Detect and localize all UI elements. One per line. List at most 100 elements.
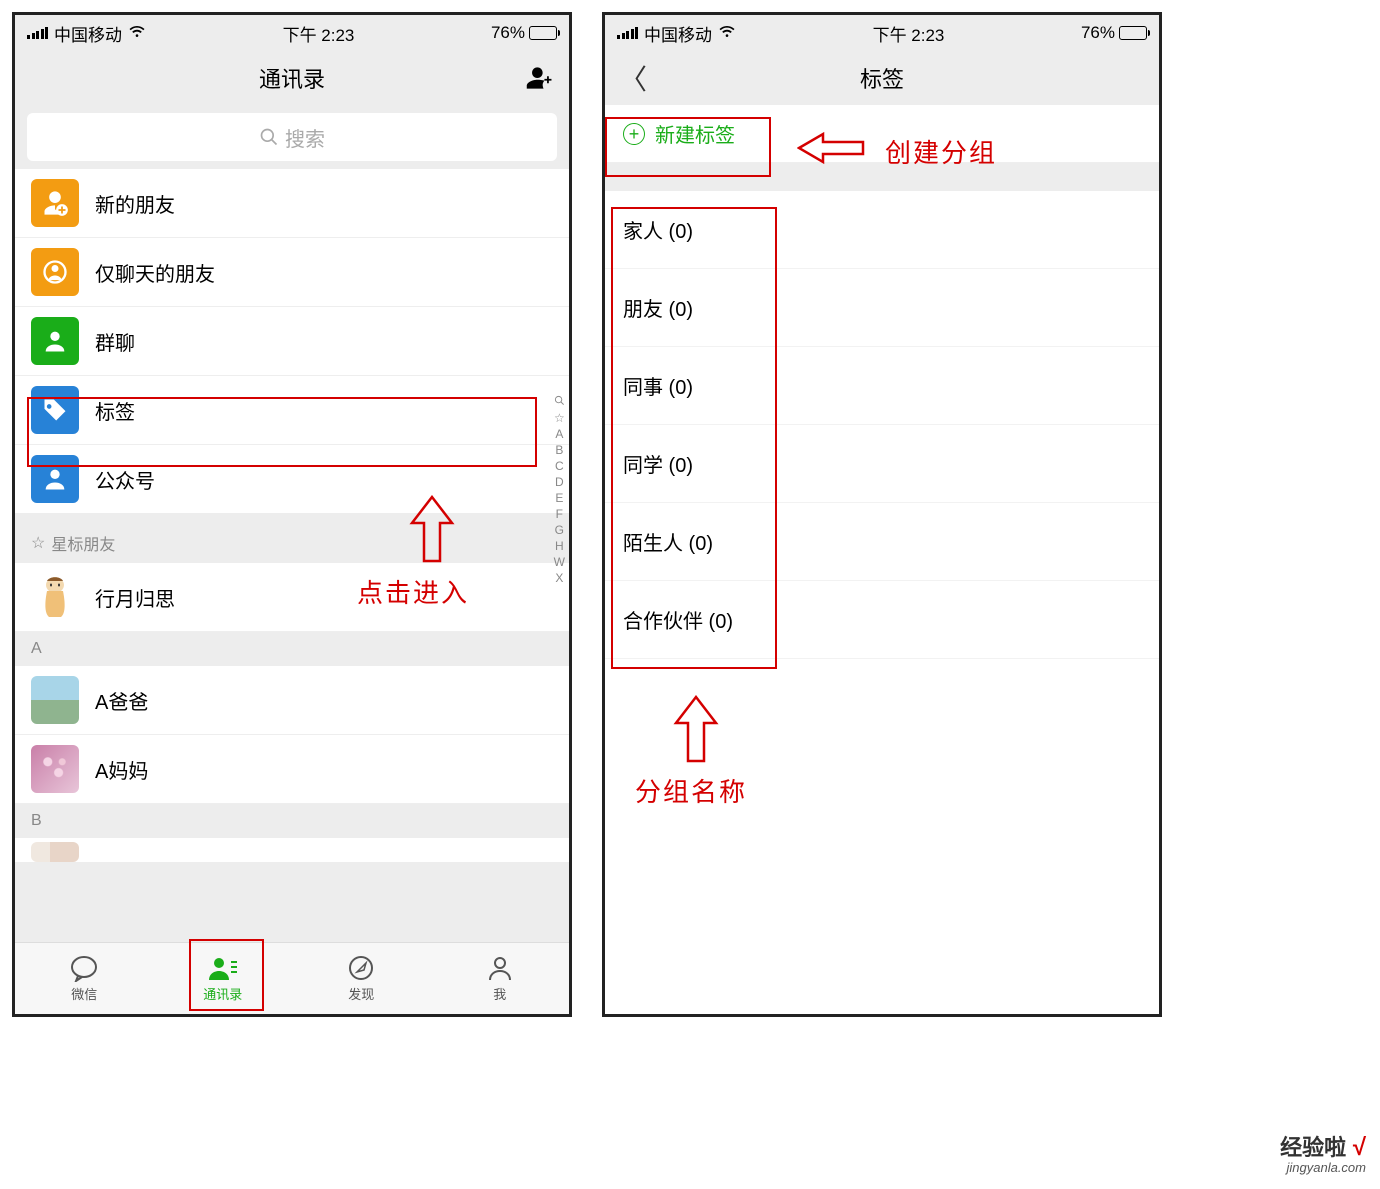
tab-wechat[interactable]: 微信 [15, 943, 154, 1014]
status-bar: 中国移动 下午 2:23 76% [605, 15, 1159, 51]
check-icon: √ [1346, 1134, 1366, 1161]
contacts-icon [207, 954, 239, 982]
contact-name: A爸爸 [95, 686, 148, 715]
nav-bar: 〈 标签 [605, 51, 1159, 105]
back-button[interactable]: 〈 [619, 58, 647, 98]
index-letter[interactable]: W [554, 555, 565, 569]
tag-name: 同事 (0) [623, 377, 693, 399]
tab-discover[interactable]: 发现 [292, 943, 431, 1014]
chat-only-icon [31, 248, 79, 296]
watermark-url: jingyanla.com [1280, 1160, 1366, 1175]
tab-label: 通讯录 [203, 984, 242, 1003]
section-b: B [15, 804, 569, 838]
new-friends-icon [31, 179, 79, 227]
search-icon [259, 127, 279, 147]
section-a: A [15, 632, 569, 666]
star-icon: ☆ [31, 533, 45, 553]
plus-icon: + [623, 123, 645, 145]
official-icon [31, 455, 79, 503]
index-letter[interactable]: ☆ [554, 411, 565, 425]
contact-row[interactable]: 行月归思 [15, 563, 569, 632]
index-letter[interactable]: C [555, 459, 564, 473]
tag-row[interactable]: 陌生人 (0) [605, 503, 1159, 581]
avatar [31, 842, 79, 862]
index-letter[interactable]: E [555, 491, 563, 505]
menu-label: 公众号 [95, 465, 155, 494]
me-icon [484, 954, 516, 982]
signal-icon [617, 27, 638, 39]
menu-chat-only-friends[interactable]: 仅聊天的朋友 [15, 238, 569, 307]
tag-row[interactable]: 同学 (0) [605, 425, 1159, 503]
search-input[interactable]: 搜索 [27, 113, 557, 161]
tag-row[interactable]: 朋友 (0) [605, 269, 1159, 347]
tag-name: 同学 (0) [623, 455, 693, 477]
contact-row[interactable]: A爸爸 [15, 666, 569, 735]
tag-row[interactable]: 家人 (0) [605, 191, 1159, 269]
status-bar: 中国移动 下午 2:23 76% [15, 15, 569, 51]
contact-name: A妈妈 [95, 755, 148, 784]
avatar [31, 745, 79, 793]
contact-row[interactable] [15, 838, 569, 862]
index-letter[interactable]: B [555, 443, 563, 457]
menu-label: 仅聊天的朋友 [95, 258, 215, 287]
index-bar[interactable]: ☆ A B C D E F G H W X [554, 395, 565, 585]
avatar [31, 676, 79, 724]
index-letter[interactable]: H [555, 539, 564, 553]
battery-icon [529, 26, 557, 40]
wifi-icon [718, 23, 736, 43]
chat-icon [68, 954, 100, 982]
battery-pct: 76% [1081, 23, 1115, 43]
battery-icon [1119, 26, 1147, 40]
index-letter[interactable]: X [555, 571, 563, 585]
tag-name: 朋友 (0) [623, 299, 693, 321]
menu-label: 群聊 [95, 327, 135, 356]
contact-name: 行月归思 [95, 583, 175, 612]
time-label: 下午 2:23 [283, 21, 355, 46]
nav-bar: 通讯录 [15, 51, 569, 105]
menu-official-accounts[interactable]: 公众号 [15, 445, 569, 513]
search-icon [554, 395, 565, 409]
tab-contacts[interactable]: 通讯录 [154, 943, 293, 1014]
tab-me[interactable]: 我 [431, 943, 570, 1014]
page-title: 标签 [860, 62, 904, 94]
contact-row[interactable]: A妈妈 [15, 735, 569, 804]
phone-contacts: 中国移动 下午 2:23 76% 通讯录 搜索 新的朋友 仅聊天的朋友 [12, 12, 572, 1017]
signal-icon [27, 27, 48, 39]
watermark-brand: 经验啦 [1280, 1135, 1346, 1160]
group-chat-icon [31, 317, 79, 365]
index-letter[interactable]: D [555, 475, 564, 489]
index-letter[interactable]: A [555, 427, 563, 441]
menu-label: 标签 [95, 396, 135, 425]
section-starred: ☆ 星标朋友 [15, 523, 569, 563]
tag-name: 合作伙伴 (0) [623, 611, 733, 633]
tab-label: 我 [493, 984, 506, 1003]
battery-pct: 76% [491, 23, 525, 43]
search-placeholder: 搜索 [285, 123, 325, 152]
watermark: 经验啦 √ jingyanla.com [1280, 1130, 1366, 1175]
tag-name: 家人 (0) [623, 221, 693, 243]
add-contact-button[interactable] [525, 65, 555, 91]
wifi-icon [128, 23, 146, 43]
new-tag-button[interactable]: + 新建标签 [605, 105, 1159, 163]
menu-group-chat[interactable]: 群聊 [15, 307, 569, 376]
tag-name: 陌生人 (0) [623, 533, 713, 555]
tag-row[interactable]: 同事 (0) [605, 347, 1159, 425]
avatar [31, 573, 79, 621]
tag-row[interactable]: 合作伙伴 (0) [605, 581, 1159, 659]
time-label: 下午 2:23 [873, 21, 945, 46]
tags-icon [31, 386, 79, 434]
menu-label: 新的朋友 [95, 189, 175, 218]
tab-label: 微信 [71, 984, 97, 1003]
index-letter[interactable]: G [555, 523, 564, 537]
carrier-label: 中国移动 [644, 21, 712, 46]
tab-label: 发现 [348, 984, 374, 1003]
page-title: 通讯录 [259, 62, 325, 94]
index-letter[interactable]: F [556, 507, 563, 521]
carrier-label: 中国移动 [54, 21, 122, 46]
menu-tags[interactable]: 标签 [15, 376, 569, 445]
new-tag-label: 新建标签 [655, 119, 735, 148]
discover-icon [345, 954, 377, 982]
tab-bar: 微信 通讯录 发现 我 [15, 942, 569, 1014]
menu-new-friends[interactable]: 新的朋友 [15, 169, 569, 238]
phone-tags: 中国移动 下午 2:23 76% 〈 标签 + 新建标签 家人 (0) 朋友 (… [602, 12, 1162, 1017]
